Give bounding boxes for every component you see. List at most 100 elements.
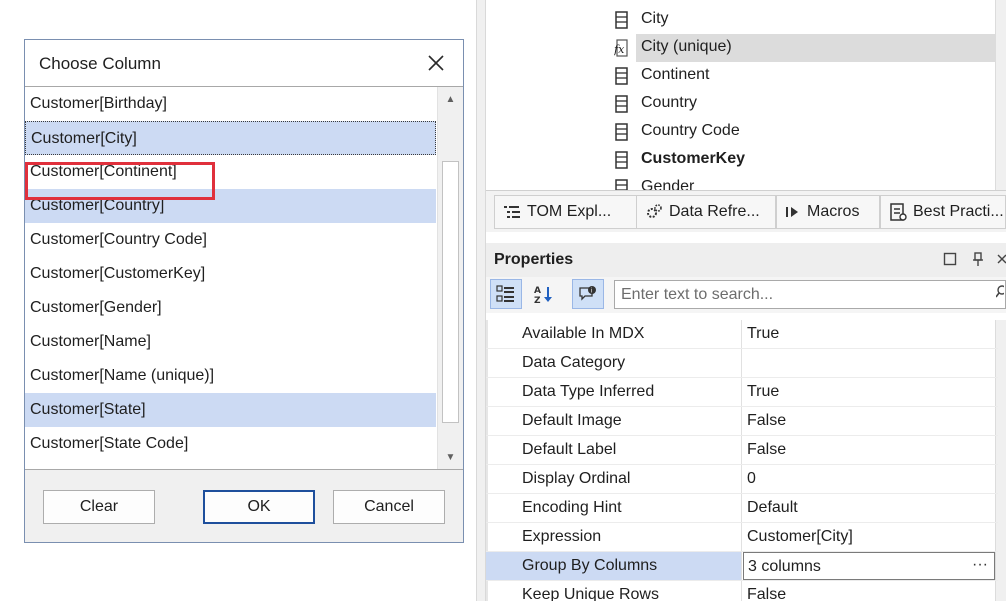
tree-item-label: Country Code	[641, 122, 740, 139]
scroll-thumb[interactable]	[442, 161, 459, 423]
tree-item[interactable]: Continent	[486, 62, 1006, 90]
tree-item[interactable]: fx City (unique)	[486, 34, 1006, 62]
maximize-button[interactable]	[942, 251, 958, 267]
property-value[interactable]: False	[743, 436, 995, 464]
column-icon	[614, 11, 630, 29]
checklist-icon	[889, 202, 907, 222]
property-value[interactable]: False	[743, 581, 995, 601]
list-item[interactable]: Customer[Continent]	[25, 155, 436, 189]
list-item[interactable]: Customer[CustomerKey]	[25, 257, 436, 291]
property-row[interactable]: Available In MDX True	[486, 320, 998, 349]
categorized-view-button[interactable]	[490, 279, 522, 309]
clear-button[interactable]: Clear	[43, 490, 155, 524]
alphabetical-view-button[interactable]: AZ	[528, 279, 560, 309]
property-value-text: False	[747, 441, 787, 458]
property-value-text: False	[747, 412, 787, 429]
list-item[interactable]: Customer[State Code]	[25, 427, 436, 461]
column-icon	[614, 123, 630, 141]
tree-item[interactable]: City	[486, 6, 1006, 34]
list-item[interactable]: Customer[City]	[25, 121, 436, 155]
arrow-up-icon: ▲	[445, 93, 456, 105]
tree-item-label: Continent	[641, 66, 710, 83]
scroll-down-button[interactable]: ▼	[438, 445, 463, 469]
list-item[interactable]: Customer[State]	[25, 393, 436, 427]
categorized-icon	[496, 285, 514, 302]
tab-label: Macros	[807, 203, 860, 220]
search-icon[interactable]	[995, 285, 1006, 306]
list-item[interactable]: Customer[Gender]	[25, 291, 436, 325]
svg-text:fx: fx	[614, 43, 625, 56]
list-item[interactable]: Customer[Name (unique)]	[25, 359, 436, 393]
property-name: Group By Columns	[486, 552, 742, 580]
dialog-title: Choose Column	[39, 54, 161, 73]
column-list[interactable]: Customer[Birthday] Customer[City] Customer…	[25, 86, 463, 470]
maximize-icon	[943, 252, 957, 266]
property-row[interactable]: Data Type Inferred True	[486, 378, 998, 407]
property-name: Display Ordinal	[486, 465, 742, 493]
close-panel-button[interactable]	[994, 251, 1006, 267]
list-scrollbar[interactable]: ▲ ▼	[437, 87, 463, 469]
property-value-text: Customer[City]	[747, 528, 853, 545]
tab-data-refresh[interactable]: Data Refre...	[636, 195, 776, 229]
property-value[interactable]: 3 columns ···	[743, 552, 995, 580]
tree-item-label: City (unique)	[641, 38, 732, 55]
property-name: Encoding Hint	[486, 494, 742, 522]
svg-text:Z: Z	[534, 296, 541, 304]
tom-explorer-tree: City fx City (unique) Continent Country Count…	[486, 0, 1006, 190]
ellipsis-button[interactable]: ···	[972, 551, 988, 579]
tree-item[interactable]: Country Code	[486, 118, 1006, 146]
property-value[interactable]: True	[743, 320, 995, 348]
panel-splitter[interactable]	[476, 0, 486, 601]
property-row[interactable]: Default Label False	[486, 436, 998, 465]
property-value[interactable]: 0	[743, 465, 995, 493]
property-row[interactable]: Encoding Hint Default	[486, 494, 998, 523]
properties-search-input[interactable]	[614, 280, 1006, 309]
tree-item-label: City	[641, 10, 669, 27]
sort-az-icon: AZ	[534, 286, 552, 304]
property-row[interactable]: Group By Columns 3 columns ···	[486, 552, 998, 581]
list-item[interactable]: Customer[Country Code]	[25, 223, 436, 257]
list-item[interactable]: Customer[Name]	[25, 325, 436, 359]
scroll-up-button[interactable]: ▲	[438, 87, 463, 111]
tab-macros[interactable]: Macros	[776, 195, 880, 229]
tree-item[interactable]: CustomerKey	[486, 146, 1006, 174]
dialog-title-bar: Choose Column	[25, 40, 463, 86]
property-row[interactable]: Data Category	[486, 349, 998, 378]
tree-item[interactable]: Country	[486, 90, 1006, 118]
property-row[interactable]: Keep Unique Rows False	[486, 581, 998, 601]
property-value-text: 3 columns	[748, 558, 821, 575]
cancel-button[interactable]: Cancel	[333, 490, 445, 524]
property-value-text: True	[747, 383, 780, 400]
close-button[interactable]	[423, 50, 449, 76]
list-item[interactable]: Customer[Birthday]	[25, 87, 436, 121]
gears-icon	[645, 203, 663, 221]
properties-header: Properties	[486, 243, 1006, 277]
ok-button[interactable]: OK	[203, 490, 315, 524]
tree-item[interactable]: Gender	[486, 174, 1006, 190]
property-value[interactable]	[743, 349, 995, 377]
list-item[interactable]: Customer[Country]	[25, 189, 436, 223]
property-name: Default Label	[486, 436, 742, 464]
property-name: Data Category	[486, 349, 742, 377]
property-value[interactable]: Default	[743, 494, 995, 522]
choose-column-dialog: Choose Column Customer[Birthday] Customer…	[24, 39, 464, 543]
close-icon	[997, 254, 1006, 264]
property-value[interactable]: True	[743, 378, 995, 406]
pin-button[interactable]	[970, 251, 986, 267]
property-row[interactable]: Display Ordinal 0	[486, 465, 998, 494]
properties-toolbar: AZ i	[486, 277, 1006, 313]
column-icon	[614, 151, 630, 169]
property-name: Data Type Inferred	[486, 378, 742, 406]
comment-info-icon: i	[579, 286, 596, 301]
tab-tom-explorer[interactable]: TOM Expl...	[494, 195, 640, 229]
tab-best-practice[interactable]: Best Practi...	[880, 195, 1006, 229]
property-row[interactable]: Expression Customer[City]	[486, 523, 998, 552]
property-value[interactable]: False	[743, 407, 995, 435]
description-toggle-button[interactable]: i	[572, 279, 604, 309]
pin-icon	[973, 252, 983, 266]
property-row[interactable]: Default Image False	[486, 407, 998, 436]
property-value[interactable]: Customer[City]	[743, 523, 995, 551]
column-icon	[614, 179, 630, 190]
property-name: Default Image	[486, 407, 742, 435]
close-icon	[428, 55, 444, 71]
